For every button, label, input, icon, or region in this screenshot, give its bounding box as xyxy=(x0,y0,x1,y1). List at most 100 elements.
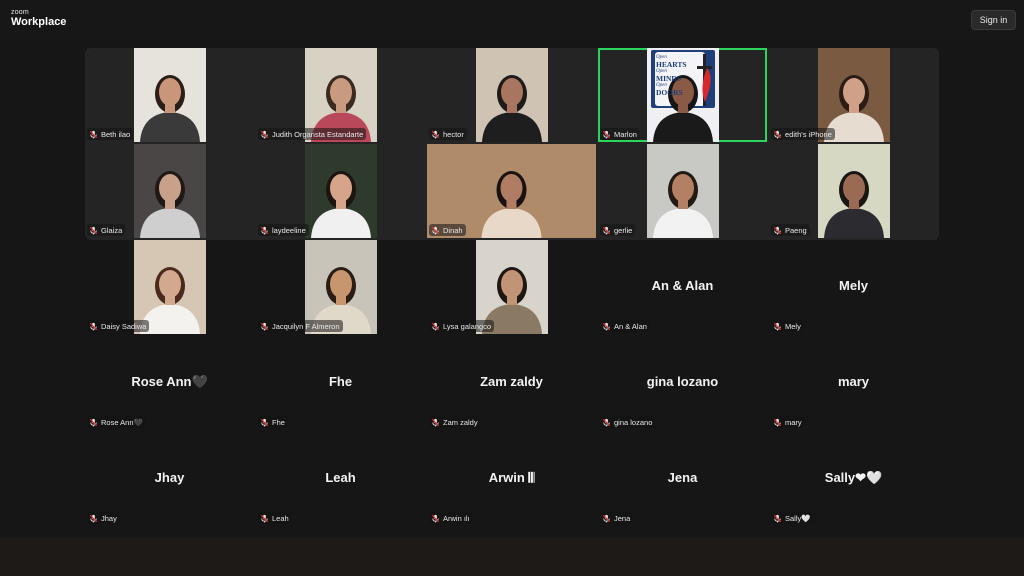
participant-name-tag: Arwin ılı xyxy=(429,512,473,524)
participant-name-label: Fhe xyxy=(272,417,285,427)
sign-line: DOORS xyxy=(656,88,683,97)
participant-name-tag: Leah xyxy=(258,512,292,524)
participant-tile[interactable]: An & Alan An & Alan xyxy=(598,240,767,334)
participant-name-tag: Jhay xyxy=(87,512,120,524)
muted-mic-icon xyxy=(431,226,440,235)
participant-display-name: Mely xyxy=(839,278,868,293)
muted-mic-icon xyxy=(431,322,440,331)
muted-mic-icon xyxy=(431,130,440,139)
participant-name-tag: Dinah xyxy=(429,224,466,236)
person-silhouette xyxy=(818,144,890,238)
participant-tile[interactable]: mary mary xyxy=(769,336,938,430)
muted-mic-icon xyxy=(260,322,269,331)
participant-tile[interactable]: Jhay Jhay xyxy=(85,432,254,526)
participant-name-label: Daisy Sadiwa xyxy=(101,321,147,331)
muted-mic-icon xyxy=(602,514,611,523)
muted-mic-icon xyxy=(431,514,440,523)
participant-name-label: Dinah xyxy=(443,225,463,235)
person-silhouette xyxy=(647,144,719,238)
muted-mic-icon xyxy=(260,130,269,139)
participant-display-name: Jena xyxy=(667,470,698,485)
participant-name-label: laydeeline xyxy=(272,225,306,235)
participant-name-label: Zam zaldy xyxy=(443,417,478,427)
hearts-minds-doors-sign: Open HEARTS Open MINDS Open DOORS xyxy=(656,54,696,96)
participant-display-name: gina lozano xyxy=(646,374,719,389)
participant-name-tag: Glaiza xyxy=(87,224,126,236)
participant-tile[interactable]: Judith Organsta Estandarte xyxy=(256,48,425,142)
participant-name-tag: Rose Ann🖤 xyxy=(87,416,146,428)
participant-display-name: Rose Ann🖤 xyxy=(131,374,208,389)
participant-name-label: Sally🤍 xyxy=(785,513,811,523)
participant-name-tag: Paeng xyxy=(771,224,810,236)
participant-tile[interactable]: hector xyxy=(427,48,596,142)
participant-name-label: Glaiza xyxy=(101,225,123,235)
participant-tile[interactable]: Glaiza xyxy=(85,144,254,238)
muted-mic-icon xyxy=(260,418,269,427)
zoom-workplace-logo: zoom Workplace xyxy=(11,9,66,28)
participant-name-tag: Jena xyxy=(600,512,634,524)
participant-name-label: mary xyxy=(785,417,802,427)
participant-name-label: Paeng xyxy=(785,225,807,235)
participant-tile[interactable]: laydeeline xyxy=(256,144,425,238)
participant-video xyxy=(647,144,719,238)
participant-display-name: Zam zaldy xyxy=(480,374,543,389)
participant-name-tag: Marlon xyxy=(600,128,640,140)
participant-name-tag: gerlie xyxy=(600,224,636,236)
participant-name-tag: Fhe xyxy=(258,416,288,428)
participant-name-label: Mely xyxy=(785,321,801,331)
participant-tile[interactable]: Jena Jena xyxy=(598,432,767,526)
muted-mic-icon xyxy=(260,226,269,235)
participant-video xyxy=(476,48,548,142)
participant-tile[interactable]: Zam zaldy Zam zaldy xyxy=(427,336,596,430)
top-bar: zoom Workplace Sign in xyxy=(0,0,1024,38)
participant-video xyxy=(305,144,377,238)
participant-name-label: gerlie xyxy=(614,225,633,235)
participant-name-tag: An & Alan xyxy=(600,320,650,332)
participant-tile[interactable]: gina lozano gina lozano xyxy=(598,336,767,430)
muted-mic-icon xyxy=(431,418,440,427)
participant-tile[interactable]: Fhe Fhe xyxy=(256,336,425,430)
participant-tile[interactable]: Paeng xyxy=(769,144,938,238)
participant-name-label: Arwin ılı xyxy=(443,513,470,523)
muted-mic-icon xyxy=(89,322,98,331)
participant-name-tag: mary xyxy=(771,416,805,428)
muted-mic-icon xyxy=(89,226,98,235)
participant-name-label: Marlon xyxy=(614,129,637,139)
participant-name-label: Judith Organsta Estandarte xyxy=(272,129,364,139)
person-silhouette xyxy=(305,144,377,238)
muted-mic-icon xyxy=(89,418,98,427)
participant-name-tag: Mely xyxy=(771,320,804,332)
participant-tile[interactable]: Mely Mely xyxy=(769,240,938,334)
participant-name-tag: Sally🤍 xyxy=(771,512,814,524)
muted-mic-icon xyxy=(773,418,782,427)
logo-workplace-text: Workplace xyxy=(11,16,67,28)
participant-name-tag: edith's iPhone xyxy=(771,128,835,140)
muted-mic-icon xyxy=(602,418,611,427)
participant-name-tag: Judith Organsta Estandarte xyxy=(258,128,367,140)
participant-tile[interactable]: Beth ilao xyxy=(85,48,254,142)
participant-tile[interactable]: Sally❤︎🤍 Sally🤍 xyxy=(769,432,938,526)
muted-mic-icon xyxy=(773,514,782,523)
participant-name-label: Jacquilyn F Almeron xyxy=(272,321,340,331)
participant-name-label: An & Alan xyxy=(614,321,647,331)
muted-mic-icon xyxy=(89,130,98,139)
participant-tile[interactable]: Jacquilyn F Almeron xyxy=(256,240,425,334)
participant-tile[interactable]: Daisy Sadiwa xyxy=(85,240,254,334)
muted-mic-icon xyxy=(260,514,269,523)
muted-mic-icon xyxy=(773,226,782,235)
participant-tile[interactable]: Leah Leah xyxy=(256,432,425,526)
participant-tile[interactable]: Arwin 𝄃𝄃 Arwin ılı xyxy=(427,432,596,526)
participant-tile[interactable]: Lysa galangco xyxy=(427,240,596,334)
participant-tile[interactable]: Dinah xyxy=(427,144,596,238)
participant-display-name: Fhe xyxy=(328,374,353,389)
sign-in-button[interactable]: Sign in xyxy=(971,10,1016,30)
participant-video xyxy=(134,144,206,238)
participant-tile[interactable]: edith's iPhone xyxy=(769,48,938,142)
participant-display-name: mary xyxy=(837,374,870,389)
participant-tile[interactable]: Open HEARTS Open MINDS Open DOORS Marlon xyxy=(598,48,767,142)
participant-name-tag: Jacquilyn F Almeron xyxy=(258,320,343,332)
person-silhouette xyxy=(476,48,548,142)
participant-tile[interactable]: gerlie xyxy=(598,144,767,238)
participant-display-name: Jhay xyxy=(154,470,185,485)
participant-tile[interactable]: Rose Ann🖤 Rose Ann🖤 xyxy=(85,336,254,430)
